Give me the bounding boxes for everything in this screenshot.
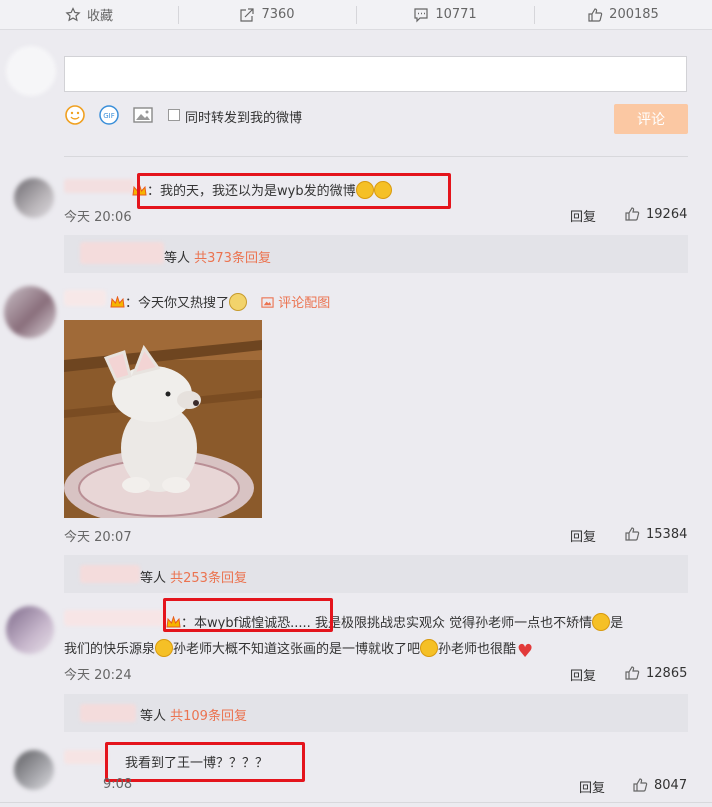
image-icon[interactable] bbox=[132, 104, 154, 126]
comment-icon bbox=[414, 7, 428, 22]
favorite-button[interactable]: 收藏 bbox=[0, 0, 178, 29]
action-bar: 收藏 7360 10771 200185 bbox=[0, 0, 712, 30]
comment-image-link[interactable]: 评论配图 bbox=[261, 296, 330, 311]
thumbs-up-icon bbox=[625, 527, 640, 541]
svg-text:GIF: GIF bbox=[103, 112, 115, 120]
comment-like-count: 15384 bbox=[646, 526, 688, 542]
like-button[interactable]: 200185 bbox=[534, 0, 712, 29]
user-avatar bbox=[6, 46, 56, 96]
emoji-icon[interactable] bbox=[64, 104, 86, 126]
blush-emoji-icon bbox=[592, 613, 611, 631]
reply-button[interactable]: 回复 bbox=[570, 526, 596, 545]
comment-like-button[interactable]: 8047 bbox=[632, 777, 687, 793]
comment-like-button[interactable]: 19264 bbox=[624, 206, 687, 222]
image-icon bbox=[261, 297, 274, 308]
sub-reply-avatars bbox=[80, 565, 140, 583]
highlight-box bbox=[163, 598, 333, 632]
comment-like-button[interactable]: 15384 bbox=[624, 526, 687, 542]
laugh-emoji-icon bbox=[420, 639, 439, 657]
reply-button[interactable]: 回复 bbox=[570, 206, 596, 225]
thumbs-up-icon bbox=[625, 666, 640, 680]
blush-emoji-icon bbox=[155, 639, 174, 657]
repost-checkbox-label: 同时转发到我的微博 bbox=[185, 111, 303, 126]
sub-reply-summary[interactable]: 等人 共109条回复 bbox=[140, 705, 247, 724]
comment-time: 今天 20:07 bbox=[64, 530, 132, 545]
repost-checkbox[interactable] bbox=[168, 109, 180, 121]
heart-icon: ♥ bbox=[516, 641, 534, 662]
comment-time: 今天 20:24 bbox=[64, 668, 132, 683]
username bbox=[64, 179, 134, 193]
submit-comment-button[interactable]: 评论 bbox=[614, 104, 688, 134]
comment-time: 9:08 bbox=[103, 777, 133, 792]
repost-button[interactable]: 7360 bbox=[178, 0, 356, 29]
avatar bbox=[14, 178, 54, 218]
username bbox=[64, 290, 106, 306]
highlight-box bbox=[105, 742, 305, 782]
sub-reply-summary[interactable]: 等人 共373条回复 bbox=[164, 247, 271, 266]
bottom-divider bbox=[0, 802, 712, 803]
comment-like-count: 19264 bbox=[646, 206, 688, 222]
comment-like-button[interactable]: 12865 bbox=[624, 665, 687, 681]
divider bbox=[64, 156, 688, 157]
avatar bbox=[14, 750, 54, 790]
thumbs-up-icon bbox=[625, 207, 640, 221]
comment-text-line2: 我们的快乐源泉 孙老师大概不知道这张画的是一博就收了吧 孙老师也很酷♥ bbox=[64, 639, 534, 662]
repost-count: 7360 bbox=[261, 7, 295, 22]
like-count: 200185 bbox=[609, 7, 659, 22]
reply-button[interactable]: 回复 bbox=[579, 777, 605, 796]
share-icon bbox=[240, 7, 255, 22]
dog-emoji-icon bbox=[229, 293, 248, 311]
comment-input[interactable] bbox=[64, 56, 687, 92]
username bbox=[64, 750, 108, 764]
avatar bbox=[6, 606, 54, 654]
favorite-label: 收藏 bbox=[86, 9, 113, 24]
avatar bbox=[4, 286, 56, 338]
comment-like-count: 12865 bbox=[646, 665, 688, 681]
vip-crown-icon bbox=[110, 296, 125, 308]
sub-reply-avatars bbox=[80, 704, 136, 722]
comment-count: 10771 bbox=[435, 7, 477, 22]
gif-icon[interactable]: GIF bbox=[98, 104, 120, 126]
highlight-box bbox=[137, 173, 451, 209]
sub-reply-summary[interactable]: 等人 共253条回复 bbox=[140, 567, 247, 586]
thumbs-up-icon bbox=[588, 7, 603, 22]
username bbox=[64, 610, 164, 626]
thumbs-up-icon bbox=[633, 778, 648, 792]
reply-button[interactable]: 回复 bbox=[570, 665, 596, 684]
comment-image[interactable] bbox=[64, 320, 262, 518]
comment-like-count: 8047 bbox=[654, 777, 688, 793]
star-icon bbox=[65, 6, 81, 21]
comment-text: ：今天你又热搜了 评论配图 bbox=[110, 292, 330, 311]
comment-button[interactable]: 10771 bbox=[356, 0, 534, 29]
comment-time: 今天 20:06 bbox=[64, 210, 132, 225]
sub-reply-avatars bbox=[80, 242, 164, 264]
